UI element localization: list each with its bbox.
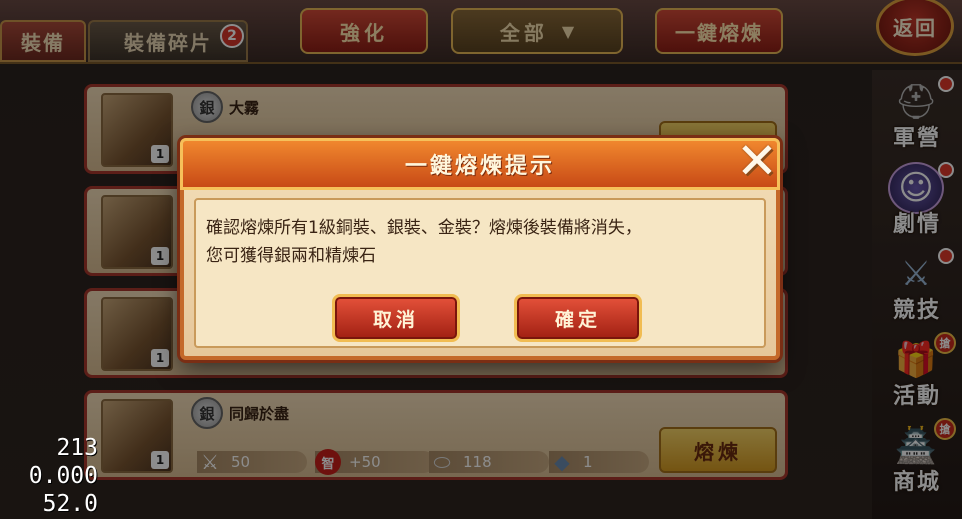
message-line: 確認熔煉所有1級銅裝、銀裝、金裝？熔煉後裝備將消失，: [206, 218, 642, 238]
cancel-button[interactable]: 取消: [332, 294, 460, 342]
close-icon[interactable]: ✕: [728, 132, 786, 190]
dialog-body: 確認熔煉所有1級銅裝、銀裝、金裝？熔煉後裝備將消失， 您可獲得銀兩和精煉石 取消…: [194, 198, 766, 348]
dialog-title: 一鍵熔煉提示: [404, 154, 555, 179]
debug-line: 52.0: [42, 491, 98, 517]
dialog-header: 一鍵熔煉提示: [180, 138, 780, 190]
confirm-button[interactable]: 確定: [514, 294, 642, 342]
debug-line: 213: [56, 435, 98, 461]
debug-stats: 213 0.000 52.0: [2, 434, 98, 518]
debug-line: 0.000: [28, 463, 98, 489]
dialog-message: 確認熔煉所有1級銅裝、銀裝、金裝？熔煉後裝備將消失， 您可獲得銀兩和精煉石: [206, 214, 762, 270]
smelt-confirm-dialog: 一鍵熔煉提示 ✕ 確認熔煉所有1級銅裝、銀裝、金裝？熔煉後裝備將消失， 您可獲得…: [180, 132, 780, 360]
message-line: 您可獲得銀兩和精煉石: [206, 246, 376, 266]
